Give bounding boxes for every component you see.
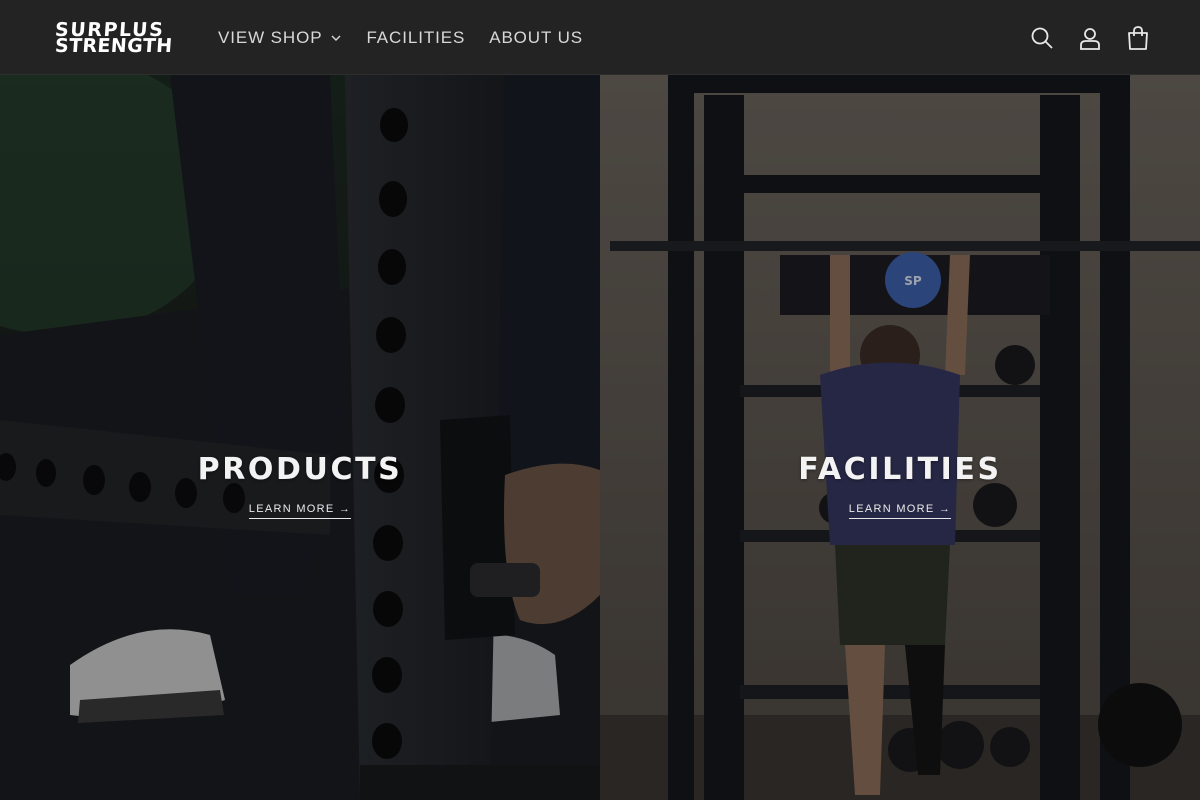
- nav-facilities-label: FACILITIES: [366, 27, 466, 47]
- account-button[interactable]: [1068, 16, 1112, 60]
- products-cta: PRODUCTS LEARN MORE →: [0, 452, 600, 519]
- nav-facilities[interactable]: FACILITIES: [354, 18, 477, 58]
- cart-icon: [1128, 25, 1148, 50]
- logo-line-2: STRENGTH: [54, 35, 174, 57]
- products-panel[interactable]: PRODUCTS LEARN MORE →: [0, 75, 600, 800]
- products-heading: PRODUCTS: [197, 452, 403, 487]
- main-nav: VIEW SHOP FACILITIES ABOUT US: [206, 0, 595, 75]
- products-learn-more-link[interactable]: LEARN MORE →: [248, 503, 352, 519]
- search-icon: [1031, 27, 1053, 49]
- header-icons: [1020, 0, 1160, 75]
- brand-logo[interactable]: SURPLUS STRENGTH: [54, 18, 177, 58]
- chevron-down-icon: [330, 32, 342, 44]
- image-overlay: [600, 75, 1200, 800]
- facilities-panel[interactable]: SP FACILITIES LEARN MORE →: [600, 75, 1200, 800]
- account-icon: [1080, 27, 1100, 50]
- facilities-heading: FACILITIES: [798, 452, 1002, 487]
- nav-about-us-label: ABOUT US: [489, 27, 583, 47]
- image-overlay: [0, 75, 600, 800]
- nav-about-us[interactable]: ABOUT US: [477, 18, 595, 58]
- nav-view-shop-label: VIEW SHOP: [218, 27, 323, 47]
- facilities-learn-more-link[interactable]: LEARN MORE →: [848, 503, 952, 519]
- search-button[interactable]: [1020, 16, 1064, 60]
- nav-view-shop[interactable]: VIEW SHOP: [206, 18, 354, 58]
- cart-button[interactable]: [1116, 16, 1160, 60]
- site-header: SURPLUS STRENGTH VIEW SHOP FACILITIES AB…: [0, 0, 1200, 75]
- facilities-cta: FACILITIES LEARN MORE →: [600, 452, 1200, 519]
